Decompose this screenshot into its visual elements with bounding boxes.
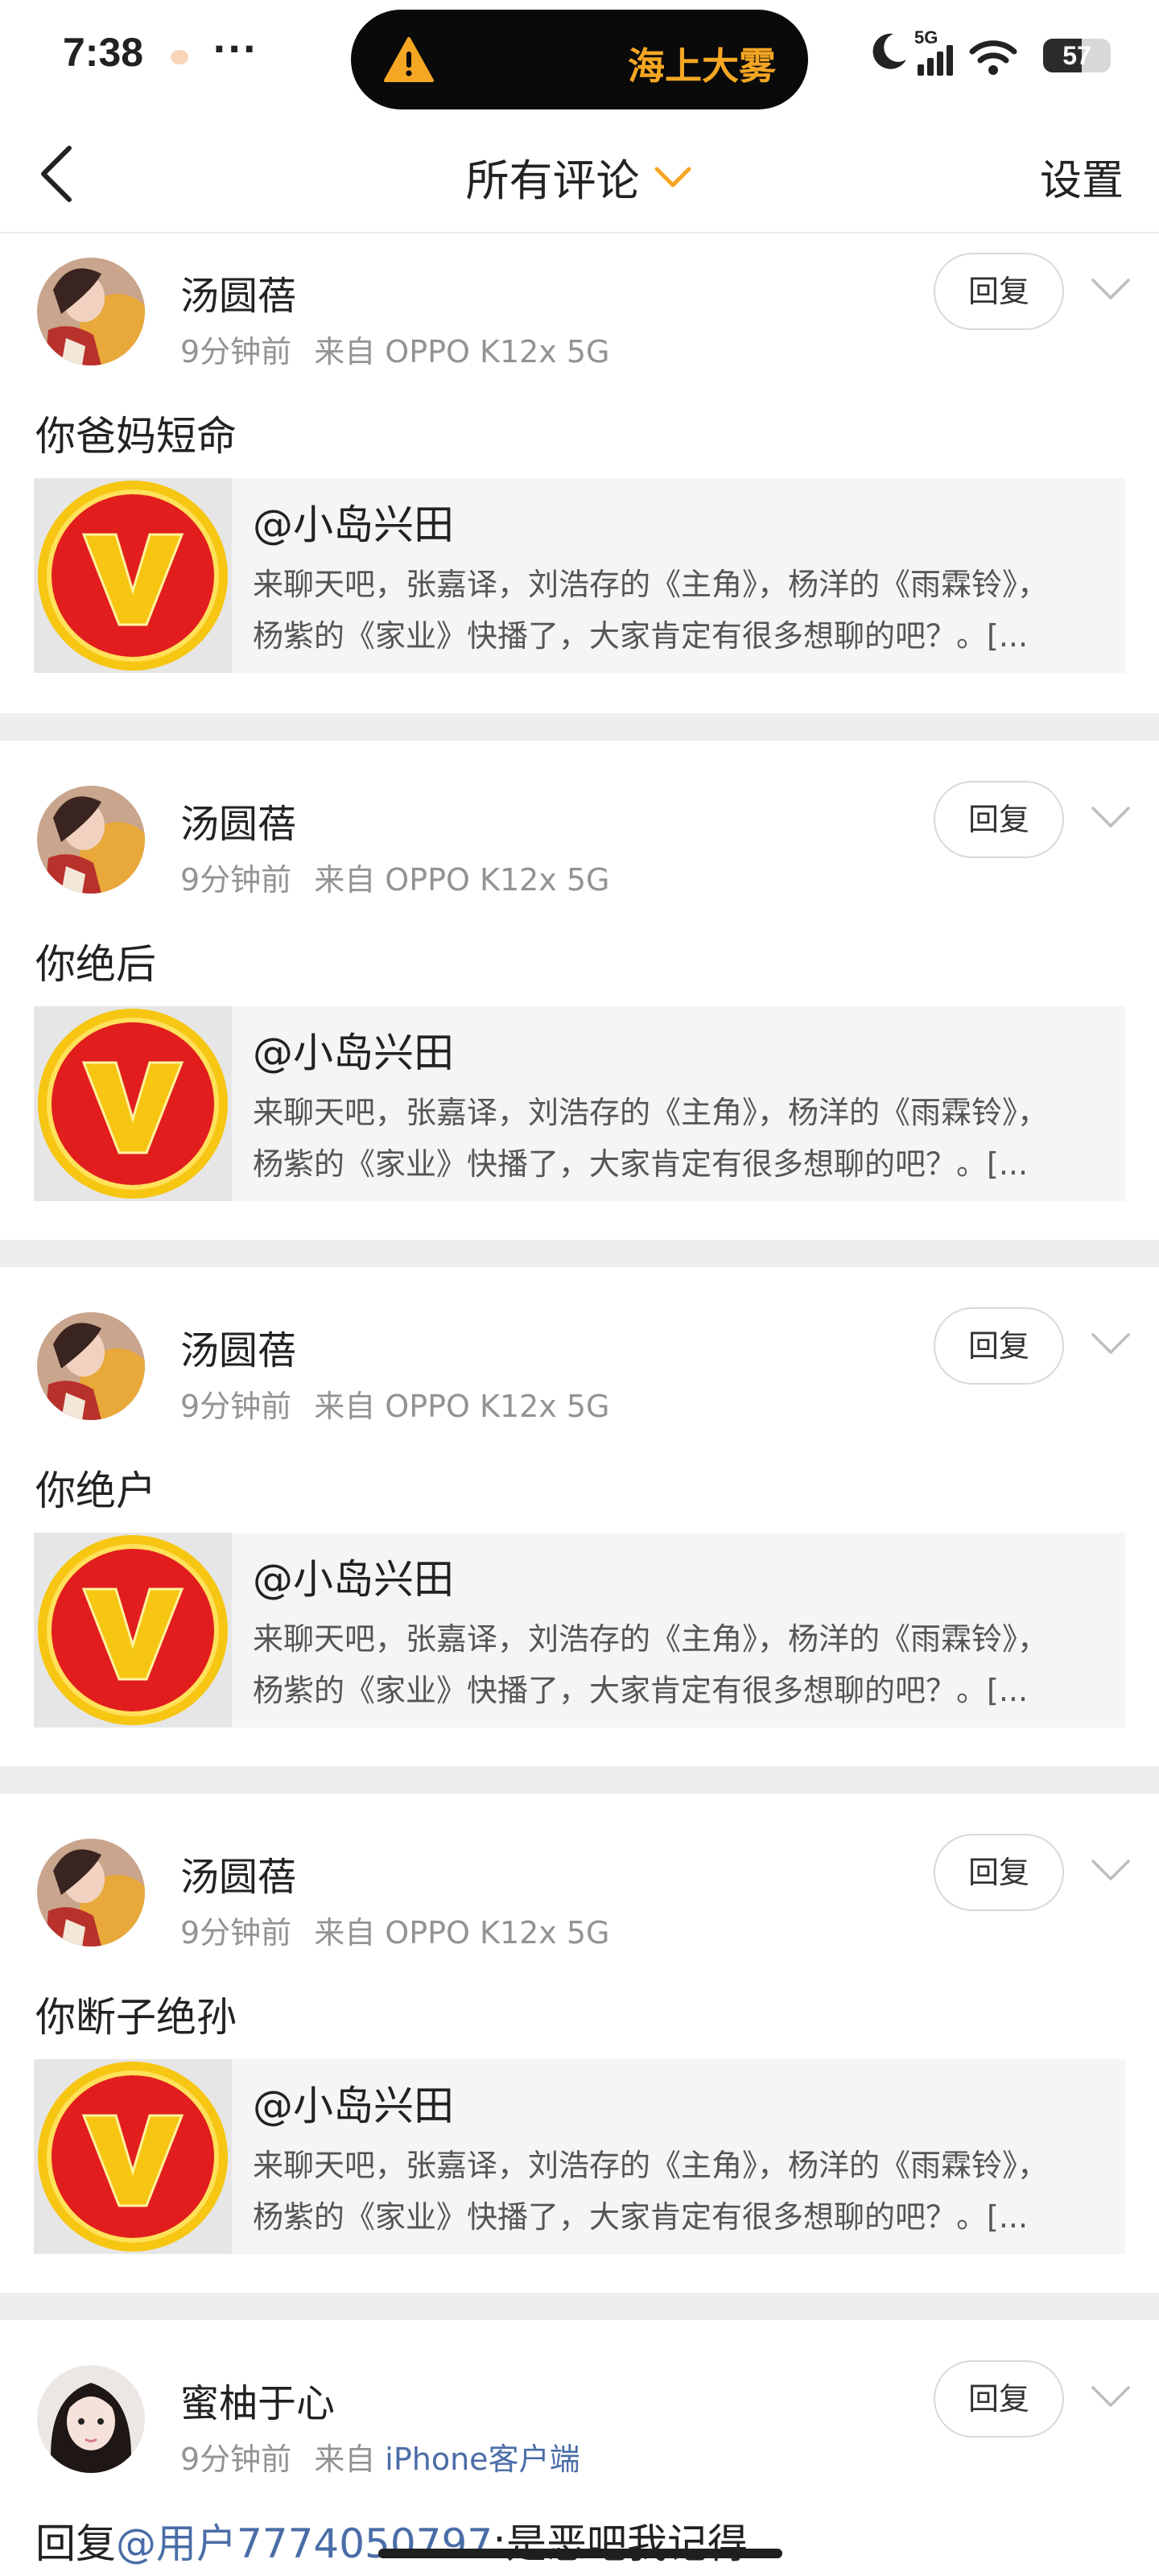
comment-text: 你爸妈短命 bbox=[35, 413, 237, 460]
vip-badge-thumbnail bbox=[34, 478, 232, 673]
comment-username[interactable]: 汤圆蓓 bbox=[180, 792, 296, 848]
quoted-excerpt: 来聊天吧，张嘉译，刘浩存的《主角》，杨洋的《雨霖铃》， 杨紫的《家业》快播了，大… bbox=[253, 2140, 1109, 2243]
comment-time: 9分钟前 bbox=[180, 1915, 292, 1951]
quoted-post[interactable]: @小岛兴田 来聊天吧，张嘉译，刘浩存的《主角》，杨洋的《雨霖铃》， 杨紫的《家业… bbox=[34, 1006, 1125, 1201]
quoted-excerpt: 来聊天吧，张嘉译，刘浩存的《主角》，杨洋的《雨霖铃》， 杨紫的《家业》快播了，大… bbox=[253, 1087, 1109, 1190]
comment-source-link[interactable]: iPhone客户端 bbox=[385, 2442, 580, 2477]
quoted-excerpt-line: 来聊天吧，张嘉译，刘浩存的《主角》，杨洋的《雨霖铃》， bbox=[253, 1621, 1049, 1657]
quoted-excerpt: 来聊天吧，张嘉译，刘浩存的《主角》，杨洋的《雨霖铃》， 杨紫的《家业》快播了，大… bbox=[253, 1613, 1109, 1716]
chevron-down-icon[interactable] bbox=[1090, 2383, 1132, 2410]
divider bbox=[0, 1240, 1159, 1267]
quoted-author: @小岛兴田 bbox=[253, 1030, 454, 1076]
chevron-down-icon[interactable] bbox=[1090, 275, 1132, 303]
comment-from-label: 来自 bbox=[314, 1389, 376, 1424]
quoted-author: @小岛兴田 bbox=[253, 1556, 454, 1603]
avatar[interactable] bbox=[37, 786, 145, 894]
vip-badge-thumbnail bbox=[34, 2059, 232, 2254]
quoted-excerpt: 来聊天吧，张嘉译，刘浩存的《主角》，杨洋的《雨霖铃》， 杨紫的《家业》快播了，大… bbox=[253, 559, 1109, 662]
comment-meta: 9分钟前 来自 OPPO K12x 5G bbox=[180, 327, 610, 371]
avatar[interactable] bbox=[37, 258, 145, 365]
comment-time: 9分钟前 bbox=[180, 1389, 292, 1424]
status-more-icon: ··· bbox=[212, 29, 258, 70]
status-icons: 5G 57 bbox=[869, 27, 1111, 79]
quoted-post[interactable]: @小岛兴田 来聊天吧，张嘉译，刘浩存的《主角》，杨洋的《雨霖铃》， 杨紫的《家业… bbox=[34, 478, 1125, 673]
divider bbox=[0, 713, 1159, 741]
comment-text-rest: :是恶吧我记得 bbox=[493, 2520, 748, 2567]
comment-card: 汤圆蓓 9分钟前 来自 OPPO K12x 5G 回复 你爸妈短命 @小岛兴田 来… bbox=[0, 235, 1159, 715]
reply-prefix: 回复 bbox=[35, 2520, 116, 2567]
cellular-signal-icon bbox=[918, 45, 953, 76]
comment-source: OPPO K12x 5G bbox=[385, 334, 610, 369]
vip-badge-thumbnail bbox=[34, 1533, 232, 1728]
comment-time: 9分钟前 bbox=[180, 2442, 292, 2477]
quoted-excerpt-line: 杨紫的《家业》快播了，大家肯定有很多想聊的吧？。[... bbox=[253, 618, 1029, 654]
moon-icon bbox=[872, 33, 906, 69]
comment-text: 你绝后 bbox=[35, 941, 156, 988]
chevron-down-icon[interactable] bbox=[1090, 1856, 1132, 1884]
avatar[interactable] bbox=[37, 1312, 145, 1420]
reply-button[interactable]: 回复 bbox=[934, 781, 1064, 858]
comment-text: 你断子绝孙 bbox=[35, 1994, 237, 2041]
comment-source: OPPO K12x 5G bbox=[385, 862, 610, 898]
nav-title-dropdown[interactable]: 所有评论 bbox=[0, 145, 1159, 208]
comment-time: 9分钟前 bbox=[180, 334, 292, 369]
comment-meta: 9分钟前 来自 OPPO K12x 5G bbox=[180, 855, 610, 899]
settings-button[interactable]: 设置 bbox=[1040, 147, 1124, 207]
divider bbox=[0, 1766, 1159, 1794]
home-indicator[interactable] bbox=[378, 2549, 782, 2558]
comment-from-label: 来自 bbox=[314, 862, 376, 898]
chevron-down-icon[interactable] bbox=[1090, 1330, 1132, 1357]
status-bar: 7:38 ··· 海上大雾 5G 57 bbox=[0, 0, 1159, 113]
quoted-excerpt-line: 杨紫的《家业》快播了，大家肯定有很多想聊的吧？。[... bbox=[253, 1673, 1029, 1708]
comment-time: 9分钟前 bbox=[180, 862, 292, 898]
comment-from-label: 来自 bbox=[314, 2442, 376, 2477]
battery-indicator: 57 bbox=[1043, 39, 1111, 72]
user-mention-link[interactable]: @用户7774050797 bbox=[116, 2520, 493, 2567]
page-title: 所有评论 bbox=[465, 155, 640, 206]
comment-text: 你绝户 bbox=[35, 1468, 156, 1514]
status-time: 7:38 bbox=[63, 30, 144, 75]
wifi-icon bbox=[969, 40, 1017, 75]
quoted-author: @小岛兴田 bbox=[253, 502, 454, 548]
avatar[interactable] bbox=[37, 1839, 145, 1946]
vip-badge-thumbnail bbox=[34, 1006, 232, 1201]
avatar[interactable] bbox=[37, 2365, 145, 2473]
nav-bar: 所有评论 设置 bbox=[0, 113, 1159, 233]
comment-meta: 9分钟前 来自 iPhone客户端 bbox=[180, 2434, 580, 2479]
quoted-post[interactable]: @小岛兴田 来聊天吧，张嘉译，刘浩存的《主角》，杨洋的《雨霖铃》， 杨紫的《家业… bbox=[34, 1533, 1125, 1728]
chevron-down-icon bbox=[654, 167, 691, 187]
quoted-author: @小岛兴田 bbox=[253, 2083, 454, 2129]
comment-from-label: 来自 bbox=[314, 334, 376, 369]
quoted-post[interactable]: @小岛兴田 来聊天吧，张嘉译，刘浩存的《主角》，杨洋的《雨霖铃》， 杨紫的《家业… bbox=[34, 2059, 1125, 2254]
notification-dot-icon bbox=[171, 50, 188, 64]
reply-button[interactable]: 回复 bbox=[934, 1834, 1064, 1911]
comment-text: 回复@用户7774050797:是恶吧我记得 bbox=[35, 2512, 1124, 2576]
quoted-excerpt-line: 来聊天吧，张嘉译，刘浩存的《主角》，杨洋的《雨霖铃》， bbox=[253, 2148, 1049, 2183]
comment-username[interactable]: 蜜柚于心 bbox=[180, 2372, 335, 2428]
quoted-excerpt-line: 来聊天吧，张嘉译，刘浩存的《主角》，杨洋的《雨霖铃》， bbox=[253, 1095, 1049, 1130]
comment-source: OPPO K12x 5G bbox=[385, 1389, 610, 1424]
dynamic-island[interactable]: 海上大雾 bbox=[351, 10, 808, 109]
reply-button[interactable]: 回复 bbox=[934, 1307, 1064, 1385]
comment-from-label: 来自 bbox=[314, 1915, 376, 1951]
quoted-excerpt-line: 来聊天吧，张嘉译，刘浩存的《主角》，杨洋的《雨霖铃》， bbox=[253, 567, 1049, 602]
comment-username[interactable]: 汤圆蓓 bbox=[180, 1845, 296, 1901]
comment-card: 汤圆蓓 9分钟前 来自 OPPO K12x 5G 回复 你绝户 @小岛兴田 来聊天… bbox=[0, 1290, 1159, 1769]
warning-icon bbox=[384, 37, 434, 82]
quoted-excerpt-line: 杨紫的《家业》快播了，大家肯定有很多想聊的吧？。[... bbox=[253, 1146, 1029, 1182]
comment-username[interactable]: 汤圆蓓 bbox=[180, 264, 296, 320]
chevron-down-icon[interactable] bbox=[1090, 803, 1132, 831]
comment-source: OPPO K12x 5G bbox=[385, 1915, 610, 1951]
comment-card: 汤圆蓓 9分钟前 来自 OPPO K12x 5G 回复 你绝后 @小岛兴田 来聊天… bbox=[0, 763, 1159, 1243]
comment-card: 汤圆蓓 9分钟前 来自 OPPO K12x 5G 回复 你断子绝孙 @小岛兴田 来… bbox=[0, 1816, 1159, 2296]
battery-level: 57 bbox=[1062, 41, 1091, 70]
reply-button[interactable]: 回复 bbox=[934, 2360, 1064, 2438]
comment-meta: 9分钟前 来自 OPPO K12x 5G bbox=[180, 1381, 610, 1426]
comment-username[interactable]: 汤圆蓓 bbox=[180, 1319, 296, 1375]
weather-alert-text: 海上大雾 bbox=[628, 44, 776, 88]
reply-button[interactable]: 回复 bbox=[934, 253, 1064, 330]
comment-meta: 9分钟前 来自 OPPO K12x 5G bbox=[180, 1908, 610, 1952]
divider bbox=[0, 2293, 1159, 2320]
quoted-excerpt-line: 杨紫的《家业》快播了，大家肯定有很多想聊的吧？。[... bbox=[253, 2199, 1029, 2235]
